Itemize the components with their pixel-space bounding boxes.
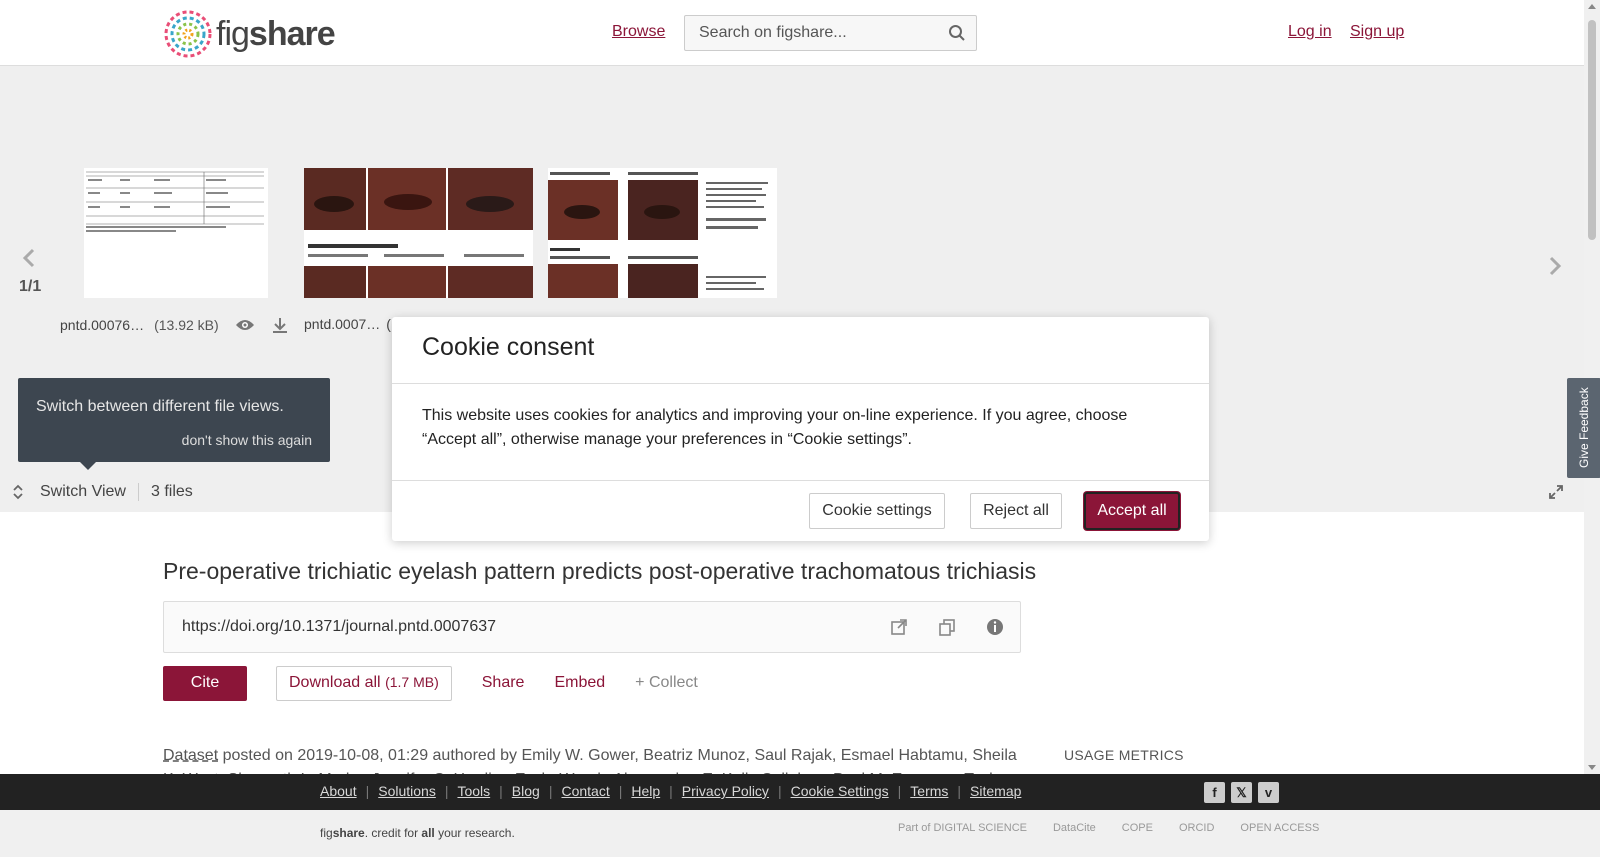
- cookie-body: This website uses cookies for analytics …: [392, 384, 1209, 481]
- modal-header: Cookie consent: [392, 317, 1209, 384]
- accept-all-button[interactable]: Accept all: [1084, 492, 1180, 530]
- cookie-consent-dialog: Cookie consent This website uses cookies…: [392, 317, 1209, 541]
- modal-overlay: Cookie consent This website uses cookies…: [0, 0, 1600, 857]
- modal-footer: Cookie settings Reject all Accept all: [392, 481, 1209, 541]
- cookie-settings-button[interactable]: Cookie settings: [809, 493, 945, 529]
- reject-all-button[interactable]: Reject all: [970, 493, 1062, 529]
- cookie-title: Cookie consent: [422, 333, 595, 361]
